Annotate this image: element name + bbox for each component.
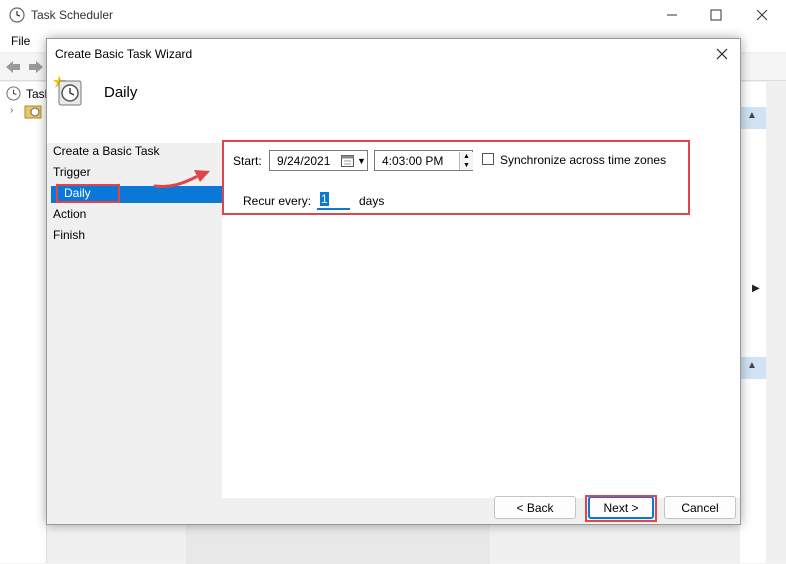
- scrollbar[interactable]: [766, 82, 786, 563]
- dialog-title: Create Basic Task Wizard: [55, 47, 193, 61]
- maximize-button[interactable]: [696, 4, 736, 26]
- window-close-button[interactable]: [742, 4, 782, 26]
- window-title: Task Scheduler: [31, 8, 114, 22]
- annotation-arrow-icon: [153, 170, 210, 188]
- maximize-icon: [710, 9, 722, 21]
- back-arrow-icon[interactable]: [4, 58, 22, 76]
- cancel-button[interactable]: Cancel: [664, 496, 736, 519]
- menu-file[interactable]: File: [11, 34, 30, 48]
- dialog-header: [47, 69, 740, 143]
- status-area: [186, 524, 490, 564]
- minimize-button[interactable]: [652, 4, 692, 26]
- settings-highlight: [222, 140, 690, 215]
- minimize-icon: [667, 14, 677, 16]
- console-tree: [0, 82, 47, 563]
- create-basic-task-wizard: Create Basic Task Wizard Daily Create a …: [46, 38, 741, 525]
- expand-right-icon[interactable]: ▶: [752, 283, 760, 294]
- folder-clock-icon: [24, 105, 42, 119]
- daily-step-highlight: [56, 184, 120, 203]
- forward-arrow-icon[interactable]: [27, 58, 45, 76]
- collapse-up-icon[interactable]: ▲: [747, 110, 757, 121]
- scheduled-task-icon: [53, 75, 82, 106]
- chevron-right-icon[interactable]: ›: [10, 105, 13, 116]
- clock-icon: [9, 7, 25, 23]
- step-finish[interactable]: Finish: [53, 228, 85, 242]
- step-action[interactable]: Action: [53, 207, 86, 221]
- collapse-up-icon[interactable]: ▲: [747, 360, 757, 371]
- next-button-highlight: [585, 495, 657, 522]
- dialog-close-button[interactable]: [710, 43, 734, 65]
- page-title: Daily: [104, 84, 138, 101]
- close-icon: [756, 9, 768, 21]
- back-button[interactable]: < Back: [494, 496, 576, 519]
- step-create-basic-task[interactable]: Create a Basic Task: [53, 144, 160, 158]
- clock-icon: [6, 86, 21, 101]
- title-bar: Task Scheduler: [0, 0, 786, 30]
- step-trigger[interactable]: Trigger: [53, 165, 91, 179]
- dialog-title-bar: Create Basic Task Wizard: [47, 39, 740, 69]
- close-icon: [716, 48, 728, 60]
